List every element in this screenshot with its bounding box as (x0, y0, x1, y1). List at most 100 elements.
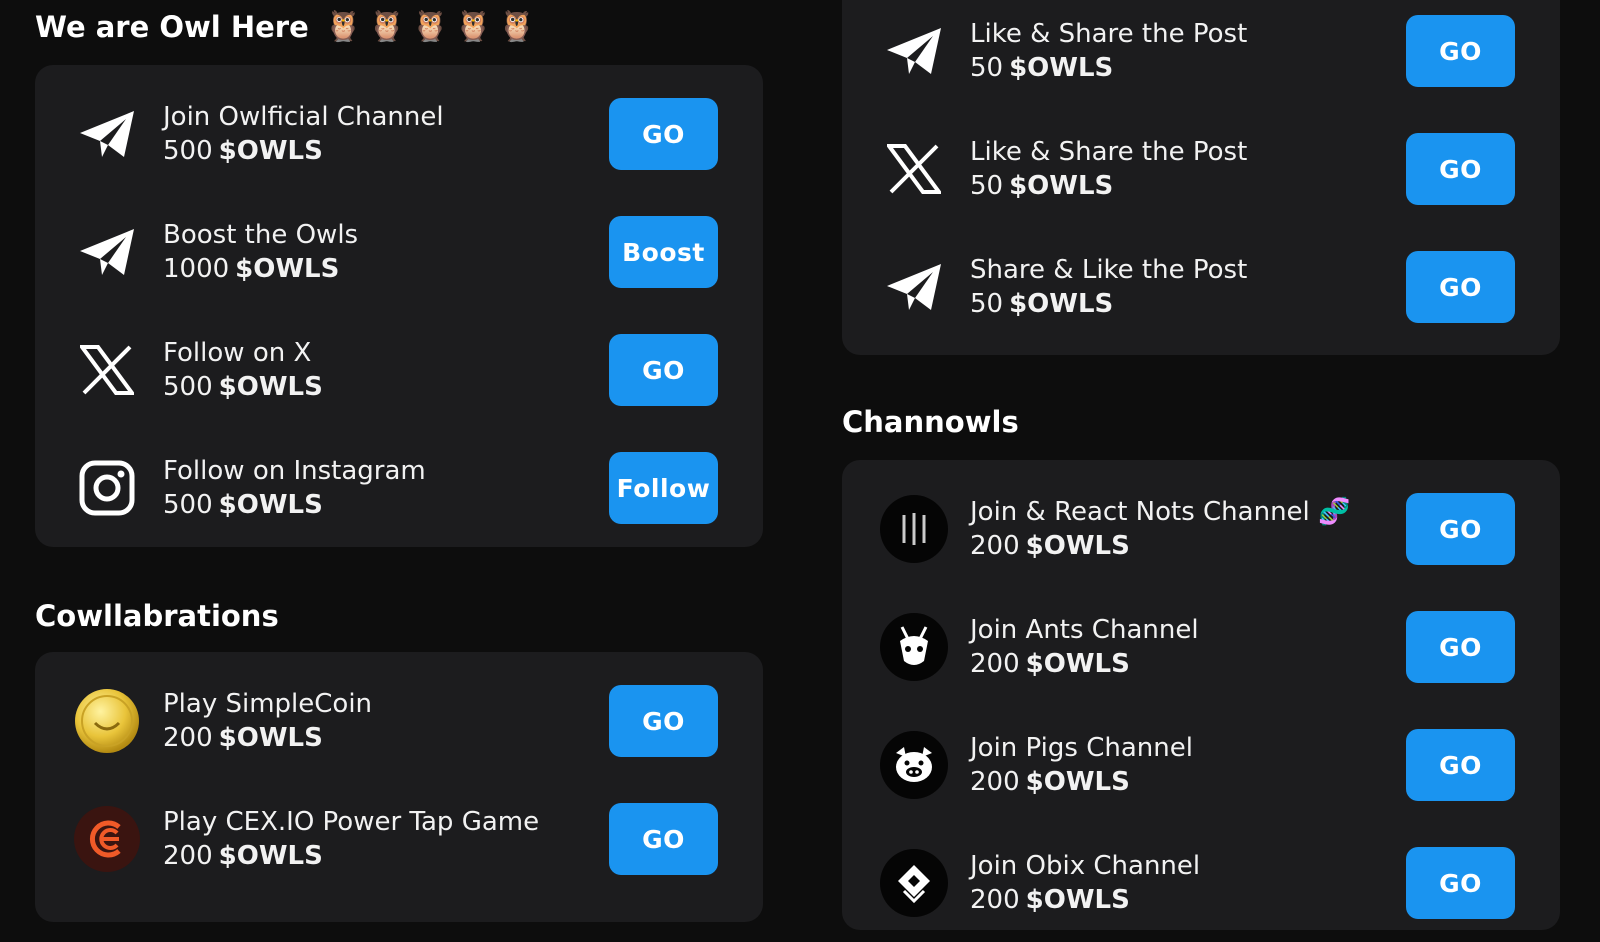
go-button[interactable]: GO (1406, 729, 1515, 801)
go-button[interactable]: GO (1406, 15, 1515, 87)
task-reward: 200 $OWLS (970, 647, 1199, 681)
owl-icon: 🦉 (324, 9, 363, 44)
reward-currency: $OWLS (218, 490, 323, 520)
task-text: Join Ants Channel 200 $OWLS (970, 613, 1199, 681)
section-title-channowls: Channowls (842, 405, 1019, 439)
reward-currency: $OWLS (1009, 53, 1114, 83)
go-button[interactable]: GO (1406, 251, 1515, 323)
task-reward: 200 $OWLS (970, 529, 1350, 563)
task-row: Boost the Owls 1000 $OWLS Boost (35, 193, 763, 311)
go-button[interactable]: GO (1406, 847, 1515, 919)
task-row: Join Ants Channel 200 $OWLS GO (842, 588, 1560, 706)
reward-currency: $OWLS (1009, 289, 1114, 319)
owl-icon: 🦉 (454, 9, 493, 44)
section-title-owl-here: We are Owl Here 🦉 🦉 🦉 🦉 🦉 (35, 12, 536, 42)
go-button[interactable]: GO (1406, 611, 1515, 683)
task-title: Join Owlficial Channel (163, 102, 444, 132)
reward-amount: 50 (970, 289, 1004, 319)
reward-amount: 1000 (163, 254, 230, 284)
reward-amount: 500 (163, 490, 213, 520)
task-row: Play SimpleCoin 200 $OWLS GO (35, 662, 763, 780)
task-title: Follow on X (163, 338, 312, 368)
section-title-cowllabrations: Cowllabrations (35, 599, 279, 633)
reward-currency: $OWLS (1025, 885, 1130, 915)
follow-button[interactable]: Follow (609, 452, 718, 524)
task-title: Like & Share the Post (970, 19, 1248, 49)
go-button[interactable]: GO (1406, 493, 1515, 565)
task-row: Share & Like the Post 50 $OWLS GO (842, 228, 1560, 346)
task-row: Join & React Nots Channel 🧬 200 $OWLS GO (842, 470, 1560, 588)
pigs-logo-icon (880, 731, 948, 799)
task-title: Play SimpleCoin (163, 689, 373, 719)
task-row: Like & Share the Post 50 $OWLS GO (842, 0, 1560, 110)
task-text: Join Owlficial Channel 500 $OWLS (163, 100, 444, 168)
task-title: Play CEX.IO Power Tap Game (163, 807, 540, 837)
task-title-text: Join & React Nots Channel (970, 497, 1310, 527)
task-text: Like & Share the Post 50 $OWLS (970, 135, 1247, 203)
task-reward: 200 $OWLS (163, 721, 372, 755)
nots-logo-icon (880, 495, 948, 563)
reward-currency: $OWLS (218, 136, 323, 166)
reward-currency: $OWLS (218, 372, 323, 402)
owl-emoji-row: 🦉 🦉 🦉 🦉 🦉 (325, 12, 536, 42)
reward-amount: 200 (970, 531, 1020, 561)
task-text: Play CEX.IO Power Tap Game 200 $OWLS (163, 805, 539, 873)
simplecoin-logo-icon (73, 687, 141, 755)
task-text: Boost the Owls 1000 $OWLS (163, 218, 358, 286)
task-text: Follow on Instagram 500 $OWLS (163, 454, 426, 522)
task-reward: 50 $OWLS (970, 287, 1247, 321)
section-title-text: We are Owl Here (35, 9, 309, 44)
reward-amount: 500 (163, 372, 213, 402)
go-button[interactable]: GO (609, 98, 718, 170)
task-title: Join Obix Channel (970, 851, 1201, 881)
task-title: Join Ants Channel (970, 615, 1199, 645)
reward-currency: $OWLS (218, 723, 323, 753)
reward-amount: 200 (163, 723, 213, 753)
social-tasks-card: Like & Share the Post 50 $OWLS GO Like & … (842, 0, 1560, 355)
telegram-icon (73, 218, 141, 286)
task-row: Follow on Instagram 500 $OWLS Follow (35, 429, 763, 547)
owl-icon: 🦉 (368, 9, 406, 44)
reward-amount: 200 (970, 885, 1020, 915)
task-row: Join Owlficial Channel 500 $OWLS GO (35, 75, 763, 193)
task-reward: 500 $OWLS (163, 370, 323, 404)
x-icon (880, 135, 948, 203)
reward-amount: 50 (970, 171, 1004, 201)
task-row: Join Obix Channel 200 $OWLS GO (842, 824, 1560, 942)
task-title: Join & React Nots Channel 🧬 (970, 495, 1350, 529)
reward-amount: 50 (970, 53, 1004, 83)
task-title: Like & Share the Post (970, 137, 1248, 167)
go-button[interactable]: GO (609, 803, 718, 875)
telegram-icon (880, 17, 948, 85)
task-row: Like & Share the Post 50 $OWLS GO (842, 110, 1560, 228)
task-reward: 200 $OWLS (163, 839, 539, 873)
obix-logo-icon (880, 849, 948, 917)
reward-amount: 500 (163, 136, 213, 166)
task-text: Share & Like the Post 50 $OWLS (970, 253, 1247, 321)
reward-amount: 200 (970, 649, 1020, 679)
task-reward: 200 $OWLS (970, 883, 1200, 917)
instagram-icon (73, 454, 141, 522)
task-text: Join Obix Channel 200 $OWLS (970, 849, 1200, 917)
task-reward: 50 $OWLS (970, 51, 1247, 85)
go-button[interactable]: GO (609, 334, 718, 406)
cexio-logo-icon (73, 805, 141, 873)
reward-currency: $OWLS (1025, 649, 1130, 679)
owl-icon: 🦉 (498, 9, 536, 44)
channel-tasks-card: Join & React Nots Channel 🧬 200 $OWLS GO … (842, 460, 1560, 930)
go-button[interactable]: GO (609, 685, 718, 757)
owl-tasks-card: Join Owlficial Channel 500 $OWLS GO Boost… (35, 65, 763, 547)
reward-currency: $OWLS (1009, 171, 1114, 201)
task-title: Join Pigs Channel (970, 733, 1193, 763)
boost-button[interactable]: Boost (609, 216, 718, 288)
go-button[interactable]: GO (1406, 133, 1515, 205)
task-reward: 50 $OWLS (970, 169, 1247, 203)
task-reward: 1000 $OWLS (163, 252, 358, 286)
dna-icon: 🧬 (1318, 497, 1351, 527)
reward-currency: $OWLS (1025, 767, 1130, 797)
task-reward: 500 $OWLS (163, 134, 444, 168)
reward-currency: $OWLS (235, 254, 340, 284)
task-text: Follow on X 500 $OWLS (163, 336, 323, 404)
task-text: Join & React Nots Channel 🧬 200 $OWLS (970, 495, 1350, 563)
owl-icon: 🦉 (411, 9, 449, 44)
